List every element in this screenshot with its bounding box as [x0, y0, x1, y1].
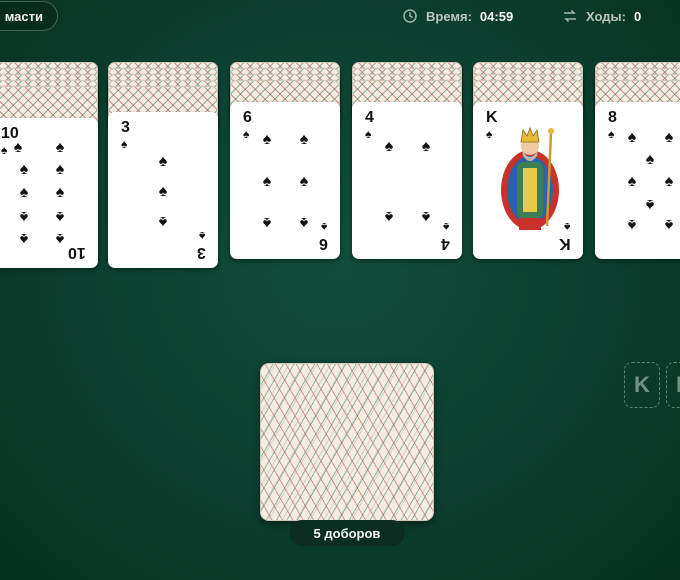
spade-pip: ♠: [627, 173, 637, 190]
foundation-slot-2[interactable]: K: [666, 362, 680, 408]
card-rank: K: [486, 109, 498, 126]
foundation-slot-1[interactable]: K: [624, 362, 660, 408]
playing-card-king-spades[interactable]: K ♠ ♠ K: [473, 102, 583, 259]
playing-card-10-spades[interactable]: 10 ♠ ♠ ♠ ♠ ♠ ♠ ♠ ♠ ♠ ♠ ♠ 10: [0, 118, 98, 268]
playing-card-4-spades[interactable]: 4 ♠ ♠ ♠ ♠ ♠ ♠ 4: [352, 102, 462, 259]
spade-pip: ♠: [421, 138, 431, 155]
card-rank: 10: [68, 244, 86, 261]
card-rank: 4: [441, 235, 450, 252]
spade-pip: ♠: [421, 208, 431, 225]
spade-icon: ♠: [608, 127, 615, 141]
spade-pip: ♠: [384, 138, 394, 155]
spade-pip: ♠: [55, 161, 65, 178]
spade-pip: ♠: [299, 131, 309, 148]
playing-card-8-spades[interactable]: 8 ♠ ♠ ♠ ♠ ♠ ♠ ♠ ♠ ♠: [595, 102, 680, 259]
foundation-label: K: [676, 372, 680, 398]
moves-label: Ходы:: [586, 8, 626, 24]
foundation-label: K: [634, 372, 650, 397]
time-value: 04:59: [479, 8, 514, 24]
king-figure-icon: [501, 126, 559, 230]
moves-value: 0: [633, 8, 642, 24]
card-rank: 6: [243, 109, 252, 126]
card-rank: K: [559, 235, 571, 252]
spade-pip: ♠: [384, 208, 394, 225]
card-rank: 4: [365, 109, 374, 126]
spade-pip: ♠: [299, 173, 309, 190]
spade-pip: ♠: [158, 183, 168, 200]
spade-pip: ♠: [262, 131, 272, 148]
spade-icon: ♠: [365, 127, 372, 141]
spade-icon: ♠: [1, 143, 8, 157]
card-rank: 3: [197, 244, 206, 261]
spade-icon: ♠: [198, 229, 205, 243]
spade-pip: ♠: [627, 129, 637, 146]
time-label: Время:: [426, 8, 472, 24]
spade-pip: ♠: [158, 213, 168, 230]
clock-icon: [403, 9, 417, 23]
spade-pip: ♠: [19, 208, 29, 225]
spade-pip: ♠: [19, 161, 29, 178]
spade-pip: ♠: [55, 230, 65, 247]
draws-remaining-badge: 5 доборов: [289, 520, 405, 546]
spade-icon: ♠: [486, 127, 493, 141]
timer: Время: 04:59: [402, 8, 513, 24]
spade-pip: ♠: [55, 184, 65, 201]
playing-card-6-spades[interactable]: 6 ♠ ♠ ♠ ♠ ♠ ♠ ♠ ♠ 6: [230, 102, 340, 259]
swap-arrows-icon: [564, 9, 576, 23]
spade-pip: ♠: [19, 184, 29, 201]
spade-icon: ♠: [121, 137, 128, 151]
spade-pip: ♠: [55, 208, 65, 225]
spade-pip: ♠: [645, 151, 655, 168]
spade-pip: ♠: [664, 173, 674, 190]
spade-pip: ♠: [299, 214, 309, 231]
card-rank: 6: [319, 235, 328, 252]
spade-pip: ♠: [645, 196, 655, 213]
spade-pip: ♠: [664, 129, 674, 146]
spade-pip: ♠: [664, 216, 674, 233]
playing-card-3-spades[interactable]: 3 ♠ ♠ ♠ ♠ ♠ 3: [108, 112, 218, 268]
spade-icon: ♠: [563, 220, 570, 234]
suits-mode-button[interactable]: масти: [0, 1, 58, 31]
moves-counter: Ходы: 0: [562, 8, 641, 24]
suits-mode-label: масти: [4, 8, 43, 24]
stock-pile[interactable]: [260, 363, 434, 521]
spade-icon: ♠: [320, 220, 327, 234]
spade-icon: ♠: [442, 220, 449, 234]
spade-pip: ♠: [13, 139, 23, 156]
spade-icon: ♠: [243, 127, 250, 141]
spade-pip: ♠: [262, 214, 272, 231]
spade-pip: ♠: [158, 153, 168, 170]
spade-pip: ♠: [262, 173, 272, 190]
card-rank: 3: [121, 119, 130, 136]
card-rank: 8: [608, 109, 617, 126]
spade-pip: ♠: [19, 230, 29, 247]
spade-pip: ♠: [55, 139, 65, 156]
spade-pip: ♠: [627, 216, 637, 233]
draws-remaining-label: 5 доборов: [313, 525, 381, 541]
